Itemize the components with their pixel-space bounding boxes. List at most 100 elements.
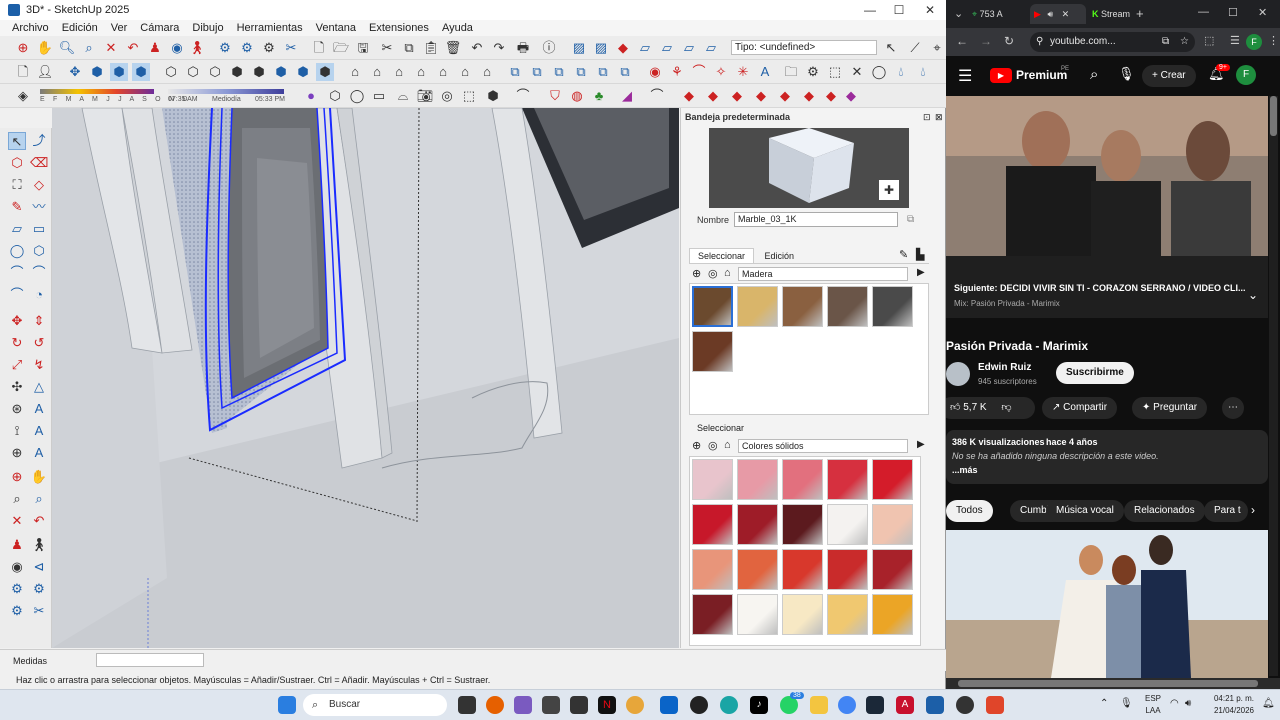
extension-icon[interactable]: ⚙ — [238, 39, 256, 57]
house-icon-2[interactable]: ⌂ — [368, 63, 386, 81]
dimension-icon[interactable]: △ — [30, 378, 48, 396]
back-edges-icon[interactable]: ⬡ — [184, 63, 202, 81]
shaded-textures-icon[interactable]: ⬢ — [272, 63, 290, 81]
youtube-scrollbar[interactable] — [1269, 96, 1278, 676]
shield-icon[interactable]: ⛉ — [546, 87, 564, 105]
camera-icon[interactable]: 📷︎ — [416, 87, 434, 105]
solid-icon-6[interactable]: ◆ — [800, 87, 818, 105]
steam-icon[interactable] — [866, 696, 884, 714]
firefox-icon[interactable] — [486, 696, 504, 714]
pan-tool-icon[interactable]: ✋ — [30, 468, 48, 486]
section-icon-6[interactable]: ⧉ — [616, 63, 634, 81]
select-tool-icon[interactable]: ↖ — [8, 132, 26, 150]
position-camera-tool-icon[interactable]: ♟ — [8, 536, 26, 554]
material-swatch[interactable] — [737, 459, 778, 500]
tray-chevron-icon[interactable]: ⌃ — [1100, 698, 1108, 709]
ext-manager-tool-icon[interactable]: ✂ — [30, 602, 48, 620]
solid-icon-7[interactable]: ◆ — [822, 87, 840, 105]
zoom-window-icon[interactable]: ⌕ — [80, 39, 98, 57]
sandbox-icon-1[interactable]: ▨ — [570, 39, 588, 57]
notifications-icon[interactable]: 🔔︎ — [1262, 698, 1275, 709]
duplicate-material-icon[interactable]: ⧉ — [907, 214, 914, 225]
top-view-icon[interactable]: ⬢ — [88, 63, 106, 81]
expand-chevron-icon[interactable]: ⌄ — [1248, 288, 1258, 302]
walk-tool-icon[interactable]: 🚶︎ — [30, 536, 48, 554]
minimize-button[interactable]: — — [855, 0, 885, 20]
mic-tray-icon[interactable]: 🎙︎ — [1120, 698, 1133, 709]
reading-list-icon[interactable]: ☰ — [1230, 34, 1240, 47]
material-swatch[interactable] — [782, 459, 823, 500]
push-pull-icon[interactable]: ⇕ — [30, 312, 48, 330]
axes-icon[interactable]: ⟟ — [8, 422, 26, 440]
house-icon-5[interactable]: ⌂ — [434, 63, 452, 81]
close-x-icon[interactable]: ✕ — [848, 63, 866, 81]
3d-text-icon[interactable]: A — [30, 422, 48, 440]
app-icon-1[interactable] — [626, 696, 644, 714]
explorer-icon[interactable] — [810, 696, 828, 714]
up-next-panel[interactable]: Siguiente: DECIDI VIVIR SIN TI - CORAZON… — [946, 256, 1268, 318]
like-count[interactable]: 5,7 K — [963, 402, 986, 413]
chip-para-ti[interactable]: Para t — [1204, 500, 1248, 522]
search-icon[interactable]: ⌕ — [1090, 66, 1098, 83]
tab-close-icon[interactable]: ✕ — [1062, 9, 1070, 19]
more-actions-button[interactable]: ⋯ — [1222, 397, 1244, 419]
material-swatch[interactable] — [692, 286, 733, 327]
offset-icon[interactable]: ↯ — [30, 356, 48, 374]
menu-extensiones[interactable]: Extensiones — [369, 22, 429, 34]
menu-herramientas[interactable]: Herramientas — [237, 22, 303, 34]
subscribe-button[interactable]: Suscribirme — [1056, 362, 1134, 384]
solid-icon-5[interactable]: ◆ — [776, 87, 794, 105]
rectangle-icon[interactable]: ▱ — [8, 220, 26, 238]
style-icon-6[interactable]: A — [756, 63, 774, 81]
app-icon-2[interactable] — [690, 696, 708, 714]
model-viewport[interactable] — [52, 108, 679, 648]
sandbox-icon-6[interactable]: ▱ — [680, 39, 698, 57]
new-tab-button[interactable]: + — [1136, 6, 1144, 21]
chip-relacionados[interactable]: Relacionados — [1124, 500, 1205, 522]
back-icon-2[interactable]: ⊕ — [692, 439, 701, 452]
menu-ver[interactable]: Ver — [111, 22, 128, 34]
sketchup-taskbar-icon[interactable] — [926, 696, 944, 714]
youtube-brand[interactable]: Premium — [1016, 68, 1067, 82]
material-swatch[interactable] — [737, 594, 778, 635]
sandbox-icon-4[interactable]: ▱ — [636, 39, 654, 57]
store-icon[interactable] — [542, 696, 560, 714]
mic-icon[interactable]: 🎙︎ — [1118, 66, 1135, 82]
extensions-icon[interactable]: ⬚ — [1204, 34, 1214, 47]
up-next-title[interactable]: Siguiente: DECIDI VIVIR SIN TI - CORAZON… — [954, 283, 1246, 293]
material-swatch[interactable] — [782, 549, 823, 590]
language-indicator[interactable]: ESP LAA — [1140, 693, 1166, 717]
right-view-icon[interactable]: ⬢ — [132, 63, 150, 81]
model-info-icon[interactable]: ⓘ — [540, 39, 558, 57]
save-icon[interactable]: 🖫 — [354, 39, 372, 57]
forward-arrow-icon[interactable]: → — [980, 34, 992, 48]
shaded-icon[interactable]: ⬢ — [250, 63, 268, 81]
address-bar[interactable]: ⚲ youtube.com... ⧉ ☆ — [1030, 32, 1195, 52]
eraser-icon[interactable]: ⌫ — [30, 154, 48, 172]
material-swatch[interactable] — [872, 549, 913, 590]
zoom-tool-icon[interactable]: ⌕ — [8, 490, 26, 508]
style-icon-4[interactable]: ✧ — [712, 63, 730, 81]
chrome-tab-maps[interactable]: ⌖ 753 A — [972, 4, 1030, 24]
section-tool-icon[interactable]: ⊲ — [30, 558, 48, 576]
task-view-icon[interactable] — [458, 696, 476, 714]
material-swatch[interactable] — [827, 504, 868, 545]
install-icon[interactable]: ⧉ — [1162, 32, 1169, 52]
style-icon-1[interactable]: ◉ — [646, 63, 664, 81]
material-swatch[interactable] — [872, 459, 913, 500]
sandbox-icon-2[interactable]: ▨ — [592, 39, 610, 57]
paste-icon[interactable]: 📋︎ — [422, 39, 440, 57]
app-icon-3[interactable] — [986, 696, 1004, 714]
arc2-icon[interactable]: ⌒ — [30, 264, 48, 282]
move-icon[interactable]: ✥ — [8, 312, 26, 330]
home-icon[interactable]: ⌂ — [724, 267, 731, 279]
xray-icon[interactable]: ⬡ — [162, 63, 180, 81]
tab-edicion[interactable]: Edición — [757, 249, 803, 263]
chrome-taskbar-icon[interactable] — [838, 696, 856, 714]
site-info-icon[interactable]: ⚲ — [1036, 32, 1043, 52]
open-file-icon[interactable]: 🗁 — [332, 39, 350, 57]
channel-name[interactable]: Edwin Ruiz — [978, 362, 1031, 373]
look-around-icon[interactable]: ◉ — [168, 39, 186, 57]
eyedropper-icon[interactable]: ✎ — [899, 248, 908, 261]
tiktok-icon[interactable]: ♪ — [750, 696, 768, 714]
